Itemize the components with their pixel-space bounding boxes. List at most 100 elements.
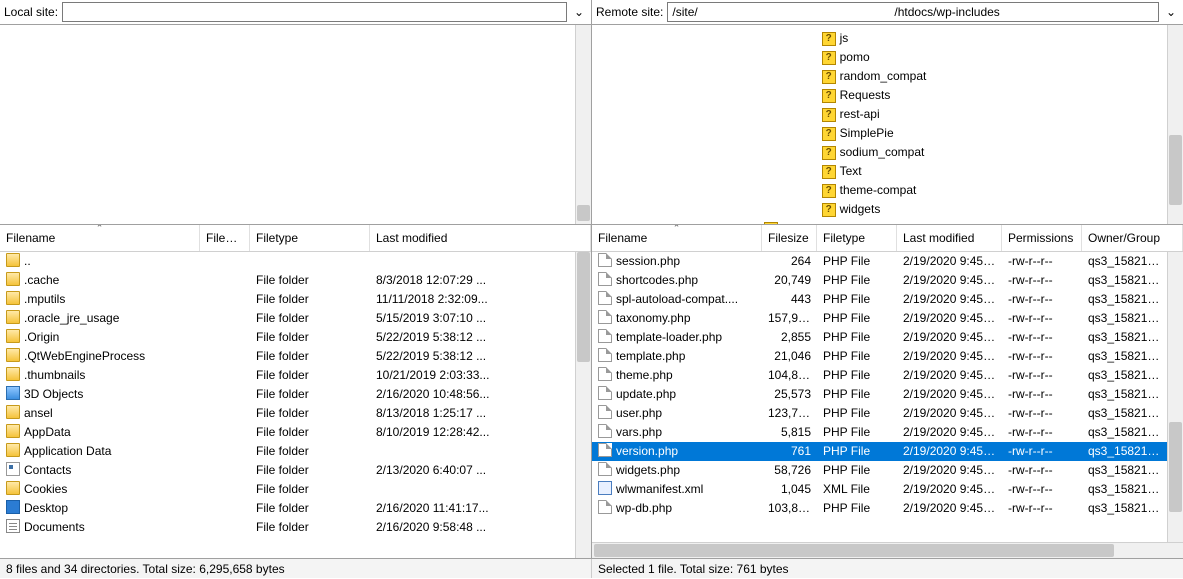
file-icon	[598, 272, 612, 286]
file-icon	[598, 329, 612, 343]
file-icon	[598, 500, 612, 514]
file-icon	[6, 272, 20, 286]
table-row[interactable]: DesktopFile folder2/16/2020 11:41:17...	[0, 499, 575, 518]
table-row[interactable]: session.php264PHP File2/19/2020 9:45:...…	[592, 252, 1167, 271]
local-site-label: Local site:	[4, 5, 58, 19]
tree-item[interactable]: ?pomo	[596, 48, 1163, 67]
local-path-input[interactable]	[62, 2, 567, 22]
tree-item[interactable]: ?rest-api	[596, 105, 1163, 124]
file-icon	[6, 386, 20, 400]
col-filetype[interactable]: Filetype	[250, 225, 370, 251]
file-icon	[598, 405, 612, 419]
table-row[interactable]: template.php21,046PHP File2/19/2020 9:45…	[592, 347, 1167, 366]
table-row[interactable]: AppDataFile folder8/10/2019 12:28:42...	[0, 423, 575, 442]
table-row[interactable]: .cacheFile folder8/3/2018 12:07:29 ...	[0, 271, 575, 290]
table-row[interactable]: .QtWebEngineProcessFile folder5/22/2019 …	[0, 347, 575, 366]
remote-site-row: Remote site: ⌄	[592, 0, 1183, 25]
table-row[interactable]: taxonomy.php157,961PHP File2/19/2020 9:4…	[592, 309, 1167, 328]
remote-list-header: Filename Filesize Filetype Last modified…	[592, 225, 1183, 252]
file-icon	[598, 348, 612, 362]
remote-site-label: Remote site:	[596, 5, 663, 19]
file-icon	[598, 253, 612, 267]
table-row[interactable]: ..	[0, 252, 575, 271]
col-filesize[interactable]: Filesize	[762, 225, 817, 251]
table-row[interactable]: .oracle_jre_usageFile folder5/15/2019 3:…	[0, 309, 575, 328]
table-row[interactable]: version.php761PHP File2/19/2020 9:45:...…	[592, 442, 1167, 461]
file-icon	[598, 386, 612, 400]
table-row[interactable]: anselFile folder8/13/2018 1:25:17 ...	[0, 404, 575, 423]
file-icon	[6, 481, 20, 495]
tree-item[interactable]: ?Text	[596, 162, 1163, 181]
local-tree[interactable]	[0, 25, 591, 225]
table-row[interactable]: wp-db.php103,829PHP File2/19/2020 9:45:.…	[592, 499, 1167, 518]
col-owner[interactable]: Owner/Group	[1082, 225, 1183, 251]
table-row[interactable]: CookiesFile folder	[0, 480, 575, 499]
tree-item[interactable]: ?sodium_compat	[596, 143, 1163, 162]
table-row[interactable]: .thumbnailsFile folder10/21/2019 2:03:33…	[0, 366, 575, 385]
unknown-folder-icon: ?	[822, 146, 836, 160]
remote-tree[interactable]: ?js ?pomo ?random_compat ?Requests ?rest…	[592, 25, 1183, 225]
file-icon	[6, 348, 20, 362]
remote-path-dropdown-icon[interactable]: ⌄	[1163, 5, 1179, 19]
local-tree-scrollbar[interactable]	[575, 25, 591, 224]
col-modified[interactable]: Last modified	[370, 225, 591, 251]
col-filename[interactable]: Filename	[0, 225, 200, 251]
remote-status: Selected 1 file. Total size: 761 bytes	[592, 559, 1183, 578]
local-site-row: Local site: ⌄	[0, 0, 591, 25]
remote-tree-scrollbar[interactable]	[1167, 25, 1183, 224]
table-row[interactable]: template-loader.php2,855PHP File2/19/202…	[592, 328, 1167, 347]
col-filetype[interactable]: Filetype	[817, 225, 897, 251]
local-list-header: Filename Filesize Filetype Last modified	[0, 225, 591, 252]
remote-list-hscrollbar[interactable]	[592, 542, 1183, 558]
table-row[interactable]: user.php123,717PHP File2/19/2020 9:45:..…	[592, 404, 1167, 423]
table-row[interactable]: vars.php5,815PHP File2/19/2020 9:45:...-…	[592, 423, 1167, 442]
file-icon	[6, 424, 20, 438]
remote-path-input[interactable]	[667, 2, 1159, 22]
unknown-folder-icon: ?	[764, 222, 778, 225]
tree-item[interactable]: ?theme-compat	[596, 181, 1163, 200]
tree-item[interactable]: ?random_compat	[596, 67, 1163, 86]
tree-item[interactable]: ?SimplePie	[596, 124, 1163, 143]
table-row[interactable]: 3D ObjectsFile folder2/16/2020 10:48:56.…	[0, 385, 575, 404]
local-pane: Local site: ⌄ Filename Filesize Filetype…	[0, 0, 592, 558]
table-row[interactable]: .mputilsFile folder11/11/2018 2:32:09...	[0, 290, 575, 309]
table-row[interactable]: wlwmanifest.xml1,045XML File2/19/2020 9:…	[592, 480, 1167, 499]
table-row[interactable]: .OriginFile folder5/22/2019 5:38:12 ...	[0, 328, 575, 347]
tree-item[interactable]: ?widgets	[596, 200, 1163, 219]
table-row[interactable]: ContactsFile folder2/13/2020 6:40:07 ...	[0, 461, 575, 480]
col-filesize[interactable]: Filesize	[200, 225, 250, 251]
table-row[interactable]: Application DataFile folder	[0, 442, 575, 461]
file-icon	[6, 253, 20, 267]
file-icon	[598, 310, 612, 324]
remote-list-scrollbar[interactable]	[1167, 252, 1183, 542]
col-modified[interactable]: Last modified	[897, 225, 1002, 251]
local-list-scrollbar[interactable]	[575, 252, 591, 558]
tree-item[interactable]: ?js	[596, 29, 1163, 48]
local-status: 8 files and 34 directories. Total size: …	[0, 559, 592, 578]
file-icon	[6, 367, 20, 381]
unknown-folder-icon: ?	[822, 89, 836, 103]
file-icon	[6, 291, 20, 305]
unknown-folder-icon: ?	[822, 203, 836, 217]
local-path-dropdown-icon[interactable]: ⌄	[571, 5, 587, 19]
file-icon	[598, 443, 612, 457]
table-row[interactable]: update.php25,573PHP File2/19/2020 9:45:.…	[592, 385, 1167, 404]
unknown-folder-icon: ?	[822, 165, 836, 179]
file-icon	[6, 329, 20, 343]
file-icon	[6, 443, 20, 457]
file-icon	[598, 481, 612, 495]
local-file-list: Filename Filesize Filetype Last modified…	[0, 225, 591, 558]
table-row[interactable]: theme.php104,876PHP File2/19/2020 9:45:.…	[592, 366, 1167, 385]
table-row[interactable]: DocumentsFile folder2/16/2020 9:58:48 ..…	[0, 518, 575, 537]
unknown-folder-icon: ?	[822, 184, 836, 198]
status-bar: 8 files and 34 directories. Total size: …	[0, 558, 1183, 578]
col-filename[interactable]: Filename	[592, 225, 762, 251]
table-row[interactable]: spl-autoload-compat....443PHP File2/19/2…	[592, 290, 1167, 309]
file-icon	[598, 291, 612, 305]
file-icon	[598, 367, 612, 381]
table-row[interactable]: shortcodes.php20,749PHP File2/19/2020 9:…	[592, 271, 1167, 290]
tree-item[interactable]: ?Requests	[596, 86, 1163, 105]
col-permissions[interactable]: Permissions	[1002, 225, 1082, 251]
table-row[interactable]: widgets.php58,726PHP File2/19/2020 9:45:…	[592, 461, 1167, 480]
tree-item[interactable]: ?tmp	[596, 219, 1163, 224]
